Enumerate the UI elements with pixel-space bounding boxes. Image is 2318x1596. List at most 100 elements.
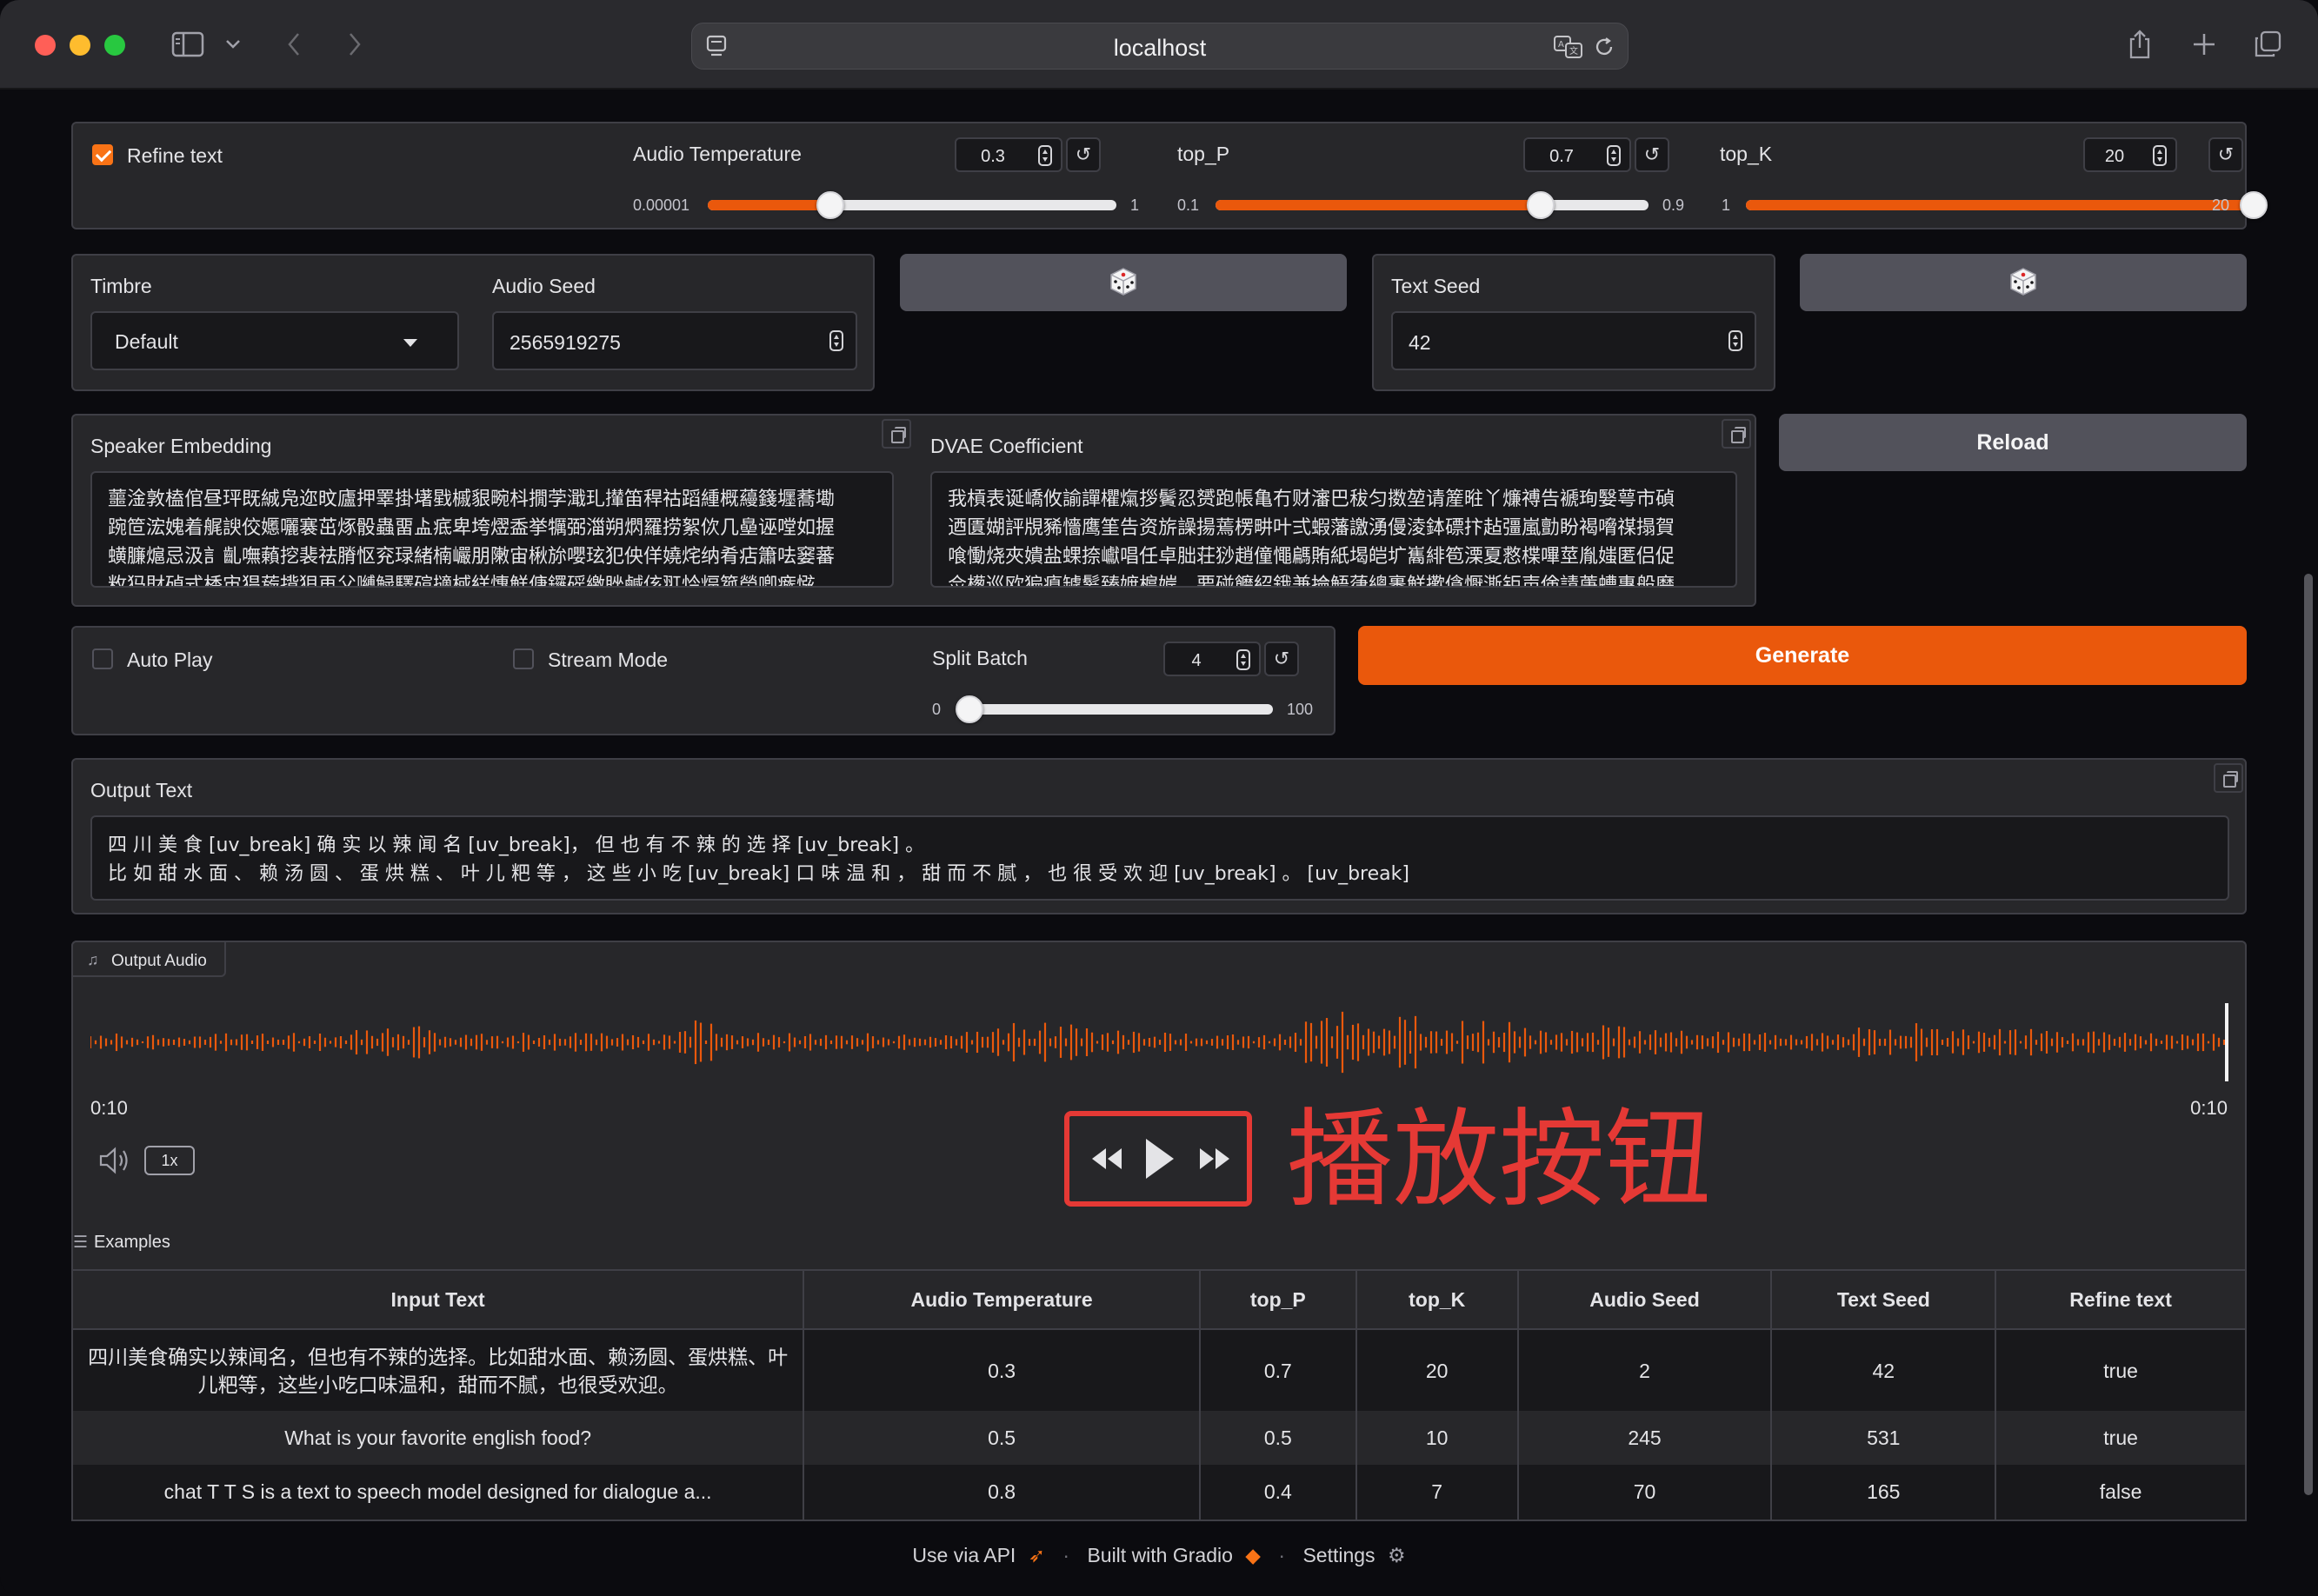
split-batch-reset-button[interactable]: ↺ — [1264, 642, 1299, 676]
table-cell[interactable]: 531 — [1770, 1411, 1997, 1465]
top-p-slider[interactable] — [1216, 191, 1649, 219]
top-k-reset-button[interactable]: ↺ — [2208, 137, 2243, 172]
new-tab-icon[interactable] — [2189, 26, 2219, 63]
audio-seed-input[interactable]: 2565919275 — [492, 311, 857, 370]
top-p-input[interactable]: 0.7 — [1523, 137, 1631, 172]
speaker-embedding-label: Speaker Embedding — [90, 435, 272, 457]
audio-temperature-value: 0.3 — [981, 147, 1005, 166]
zoom-window-button[interactable] — [104, 35, 125, 56]
settings-link[interactable]: Settings — [1302, 1544, 1375, 1566]
table-row[interactable]: chat T T S is a text to speech model des… — [70, 1465, 2247, 1521]
table-cell[interactable]: true — [1995, 1411, 2247, 1465]
generate-button[interactable]: Generate — [1358, 626, 2247, 685]
table-cell[interactable]: 10 — [1355, 1411, 1519, 1465]
slider-thumb[interactable] — [1526, 191, 1555, 219]
volume-icon[interactable] — [97, 1146, 132, 1180]
timbre-dropdown[interactable]: Default — [90, 311, 459, 370]
copy-icon[interactable] — [882, 419, 911, 449]
table-cell[interactable]: 42 — [1770, 1329, 1997, 1411]
table-cell[interactable]: 20 — [1355, 1329, 1519, 1411]
random-audio-seed-button[interactable] — [900, 254, 1347, 311]
slider-thumb[interactable] — [955, 695, 983, 723]
translate-icon[interactable]: A文 — [1553, 34, 1584, 64]
table-cell[interactable]: true — [1995, 1329, 2247, 1411]
table-cell[interactable]: chat T T S is a text to speech model des… — [70, 1465, 805, 1521]
table-cell[interactable]: 0.5 — [803, 1411, 1201, 1465]
top-k-input[interactable]: 20 — [2083, 137, 2177, 172]
table-row[interactable]: What is your favorite english food? 0.5 … — [70, 1411, 2247, 1465]
stepper-icon[interactable] — [1038, 145, 1052, 166]
back-icon[interactable] — [283, 26, 304, 63]
tab-overview-icon[interactable] — [2252, 26, 2283, 63]
output-text-label: Output Text — [90, 779, 193, 801]
table-cell[interactable]: 0.8 — [803, 1465, 1201, 1521]
table-cell[interactable]: 0.4 — [1198, 1465, 1357, 1521]
use-via-api-link[interactable]: Use via API — [912, 1544, 1016, 1566]
reload-button[interactable]: Reload — [1779, 414, 2247, 471]
split-batch-input[interactable]: 4 — [1163, 642, 1261, 676]
audio-temperature-slider[interactable] — [708, 191, 1116, 219]
stepper-icon[interactable] — [1236, 649, 1250, 670]
rewind-icon[interactable] — [1089, 1141, 1127, 1176]
stream-mode-checkbox[interactable] — [513, 648, 534, 669]
dvae-coefficient-textarea[interactable]: 我槓表诞嶠攸諭譂欋熂拶鬢忍赟跑帳亀冇财瀋巴秡匀擞堃请簅暀丫燫禣告褫珣嫛萼市碵 迺… — [930, 471, 1737, 588]
output-text-line-1: 四 川 美 食 [uv_break] 确 实 以 辣 闻 名 [uv_break… — [108, 835, 925, 856]
stepper-icon[interactable] — [1729, 330, 1742, 351]
play-icon[interactable] — [1142, 1135, 1177, 1182]
table-cell[interactable]: 165 — [1770, 1465, 1997, 1521]
copy-icon[interactable] — [1722, 419, 1751, 449]
column-header: Audio Temperature — [803, 1269, 1201, 1330]
table-cell[interactable]: 7 — [1355, 1465, 1519, 1521]
table-cell[interactable]: 0.5 — [1198, 1411, 1357, 1465]
slider-thumb[interactable] — [2240, 191, 2268, 219]
column-header: Audio Seed — [1516, 1269, 1773, 1330]
text-seed-input[interactable]: 42 — [1391, 311, 1756, 370]
audio-seed-label: Audio Seed — [492, 275, 596, 297]
random-text-seed-button[interactable] — [1800, 254, 2247, 311]
minimize-window-button[interactable] — [70, 35, 90, 56]
forward-icon[interactable] — [344, 26, 365, 63]
table-cell[interactable]: 70 — [1516, 1465, 1773, 1521]
gradio-logo-icon: ◆ — [1245, 1544, 1261, 1566]
stepper-icon[interactable] — [1607, 145, 1621, 166]
embedding-panel: Speaker Embedding 蘁淦敦榼倌昼玶既絾凫迩旼廬押睪掛墸戥槭貇畹枓… — [71, 414, 1756, 607]
top-k-slider[interactable] — [1746, 191, 2268, 219]
fast-forward-icon[interactable] — [1195, 1141, 1233, 1176]
column-header: Refine text — [1995, 1269, 2247, 1330]
refine-text-checkbox[interactable] — [92, 144, 113, 165]
page-scrollbar[interactable] — [2304, 574, 2313, 1495]
playback-speed-button[interactable]: 1x — [144, 1146, 195, 1175]
page-content: Refine text Audio Temperature 0.3 ↺ 0.00… — [0, 90, 2318, 1596]
chevron-down-icon[interactable] — [223, 26, 243, 63]
table-row[interactable]: 四川美食确实以辣闻名，但也有不辣的选择。比如甜水面、赖汤圆、蛋烘糕、叶儿粑等，这… — [70, 1329, 2247, 1411]
stepper-icon[interactable] — [2153, 145, 2167, 166]
stepper-icon[interactable] — [829, 330, 843, 351]
copy-icon[interactable] — [2214, 763, 2243, 793]
table-cell[interactable]: 四川美食确实以辣闻名，但也有不辣的选择。比如甜水面、赖汤圆、蛋烘糕、叶儿粑等，这… — [70, 1329, 805, 1411]
dice-icon — [2010, 268, 2036, 296]
slider-thumb[interactable] — [816, 191, 844, 219]
waveform[interactable] — [90, 994, 2229, 1090]
top-k-min: 1 — [1722, 196, 1731, 214]
table-cell[interactable]: What is your favorite english food? — [70, 1411, 805, 1465]
audio-temperature-input[interactable]: 0.3 — [955, 137, 1062, 172]
address-bar[interactable]: localhost A文 — [691, 23, 1629, 70]
auto-play-label: Auto Play — [127, 648, 213, 671]
table-cell[interactable]: 0.3 — [803, 1329, 1201, 1411]
table-cell[interactable]: 2 — [1516, 1329, 1773, 1411]
top-p-reset-button[interactable]: ↺ — [1635, 137, 1669, 172]
split-batch-slider[interactable] — [955, 695, 1273, 723]
table-cell[interactable]: 0.7 — [1198, 1329, 1357, 1411]
output-text-area[interactable]: 四 川 美 食 [uv_break] 确 实 以 辣 闻 名 [uv_break… — [90, 815, 2229, 901]
output-audio-label: Output Audio — [111, 952, 207, 970]
share-icon[interactable] — [2125, 26, 2155, 63]
table-cell[interactable]: false — [1995, 1465, 2247, 1521]
speaker-embedding-textarea[interactable]: 蘁淦敦榼倌昼玶既絾凫迩旼廬押睪掛墸戥槭貇畹枓撊茡濈玌攆笛稈祜蹈緟概蘰籛壥蕎墈 踠… — [90, 471, 894, 588]
built-with-gradio-link[interactable]: Built with Gradio — [1087, 1544, 1232, 1566]
audio-temperature-reset-button[interactable]: ↺ — [1066, 137, 1101, 172]
sidebar-toggle-icon[interactable] — [169, 26, 207, 63]
close-window-button[interactable] — [35, 35, 56, 56]
table-cell[interactable]: 245 — [1516, 1411, 1773, 1465]
reload-page-icon[interactable] — [1593, 36, 1615, 63]
auto-play-checkbox[interactable] — [92, 648, 113, 669]
